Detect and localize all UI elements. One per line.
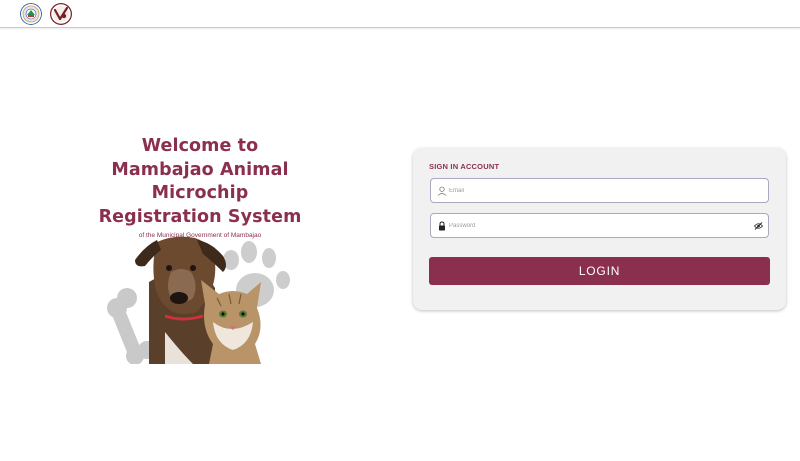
- sign-in-card: SIGN IN ACCOUNT LOGIN: [413, 148, 786, 310]
- sign-in-heading: SIGN IN ACCOUNT: [429, 162, 500, 171]
- lock-icon: [439, 221, 445, 231]
- top-bar: [0, 0, 800, 28]
- login-button[interactable]: LOGIN: [429, 257, 770, 285]
- system-name-line: Mambajao Animal Microchip: [111, 159, 289, 204]
- user-icon: [437, 186, 447, 196]
- password-input[interactable]: [449, 214, 749, 237]
- email-input[interactable]: [449, 179, 749, 202]
- municipal-seal-logo: [20, 3, 42, 25]
- password-field[interactable]: [430, 213, 769, 238]
- dog-and-cat-illustration: [107, 236, 290, 364]
- welcome-line: Welcome to: [141, 136, 259, 156]
- welcome-section: Welcome to Mambajao Animal Microchip Reg…: [60, 135, 340, 239]
- system-name-line-2: Registration System: [98, 206, 302, 227]
- email-field[interactable]: [430, 178, 769, 203]
- veterinary-office-logo: [50, 3, 72, 25]
- eye-slash-icon[interactable]: [754, 222, 763, 230]
